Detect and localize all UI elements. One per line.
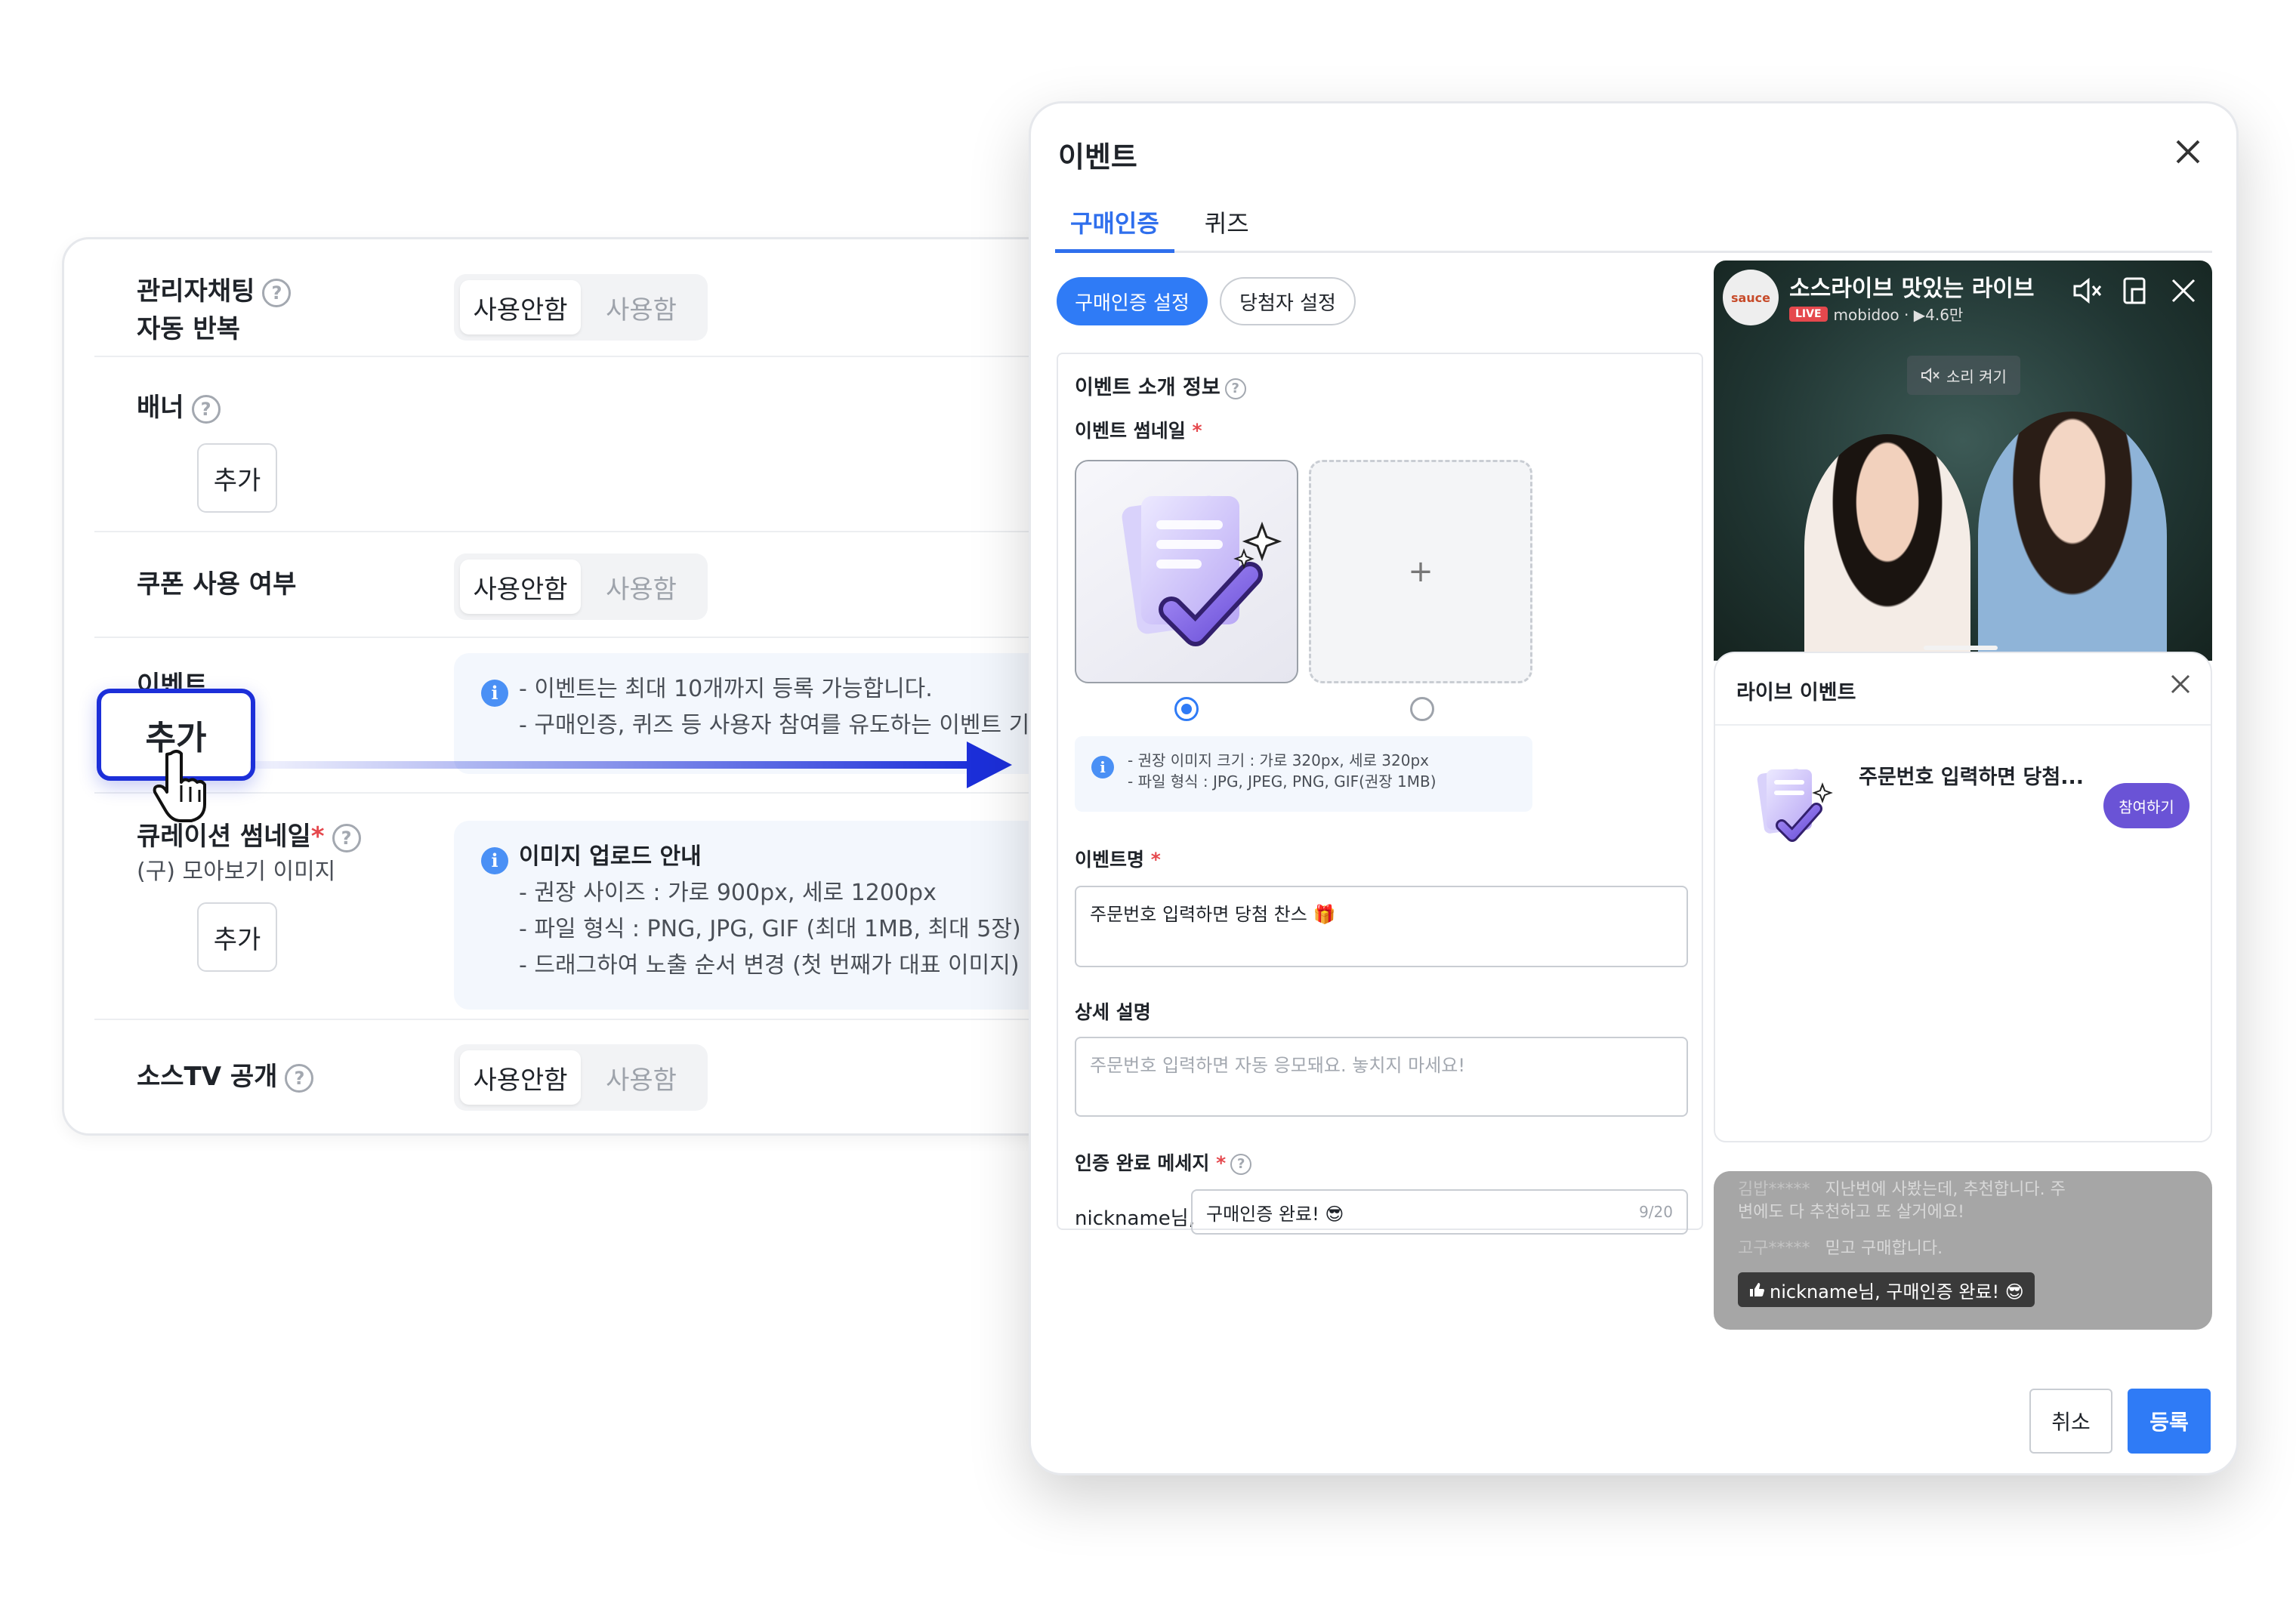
nickname-prefix: nickname님,: [1075, 1207, 1195, 1230]
message-label: 인증 완료 메세지 *?: [1075, 1148, 1252, 1176]
help-icon[interactable]: ?: [1230, 1154, 1252, 1175]
chat-user: 고구*****: [1738, 1239, 1810, 1258]
option-on[interactable]: 사용함: [581, 1050, 702, 1105]
admin-chat-label: 관리자채팅? 자동 반복: [137, 273, 292, 348]
option-off[interactable]: 사용안함: [460, 1050, 581, 1105]
banner-add-button[interactable]: 추가: [197, 443, 277, 513]
chat-overlay: 김밥***** 지난번에 사봤는데, 추천합니다. 주 변에도 다 추천하고 또 …: [1714, 1171, 2212, 1330]
description-input[interactable]: 주문번호 입력하면 자동 응모돼요. 놓치지 마세요!: [1075, 1037, 1688, 1117]
arrow-right-icon: [249, 741, 1012, 788]
video-subtitle: LIVE mobidoo · ▶4.6만: [1789, 303, 1963, 325]
cancel-button[interactable]: 취소: [2029, 1389, 2112, 1454]
divider: [1715, 724, 2211, 726]
admin-chat-toggle[interactable]: 사용안함 사용함: [454, 274, 708, 341]
curation-label: 큐레이션 썸네일*? (구) 모아보기 이미지: [137, 818, 361, 889]
checklist-icon: [1122, 495, 1282, 646]
live-event-title: 주문번호 입력하면 당첨...: [1859, 766, 2084, 789]
live-video-preview: sauce 소스라이브 맛있는 라이브 LIVE mobidoo · ▶4.6만…: [1714, 261, 2212, 661]
close-icon[interactable]: [2168, 670, 2193, 703]
saucetv-label: 소스TV 공개?: [137, 1058, 314, 1096]
message-input[interactable]: 구매인증 완료! 😎 9/20: [1191, 1189, 1688, 1235]
char-counter: 9/20: [1639, 1203, 1673, 1221]
option-on[interactable]: 사용함: [581, 560, 702, 614]
channel-logo: sauce: [1723, 270, 1779, 325]
video-title: 소스라이브 맛있는 라이브: [1789, 276, 2035, 302]
description-label: 상세 설명: [1075, 1001, 1151, 1023]
chat-message: 고구***** 믿고 구매합니다.: [1738, 1239, 1943, 1258]
saucetv-toggle[interactable]: 사용안함 사용함: [454, 1044, 708, 1111]
submit-button[interactable]: 등록: [2128, 1389, 2211, 1454]
option-off[interactable]: 사용안함: [460, 280, 581, 335]
video-progress-bar: [1924, 646, 1998, 650]
section-title: 이벤트 소개 정보?: [1075, 371, 1246, 400]
coupon-toggle[interactable]: 사용안함 사용함: [454, 553, 708, 620]
help-icon[interactable]: ?: [191, 394, 221, 424]
winner-settings-pill[interactable]: 당첨자 설정: [1220, 277, 1356, 325]
curation-add-button[interactable]: 추가: [197, 902, 277, 972]
event-tabs: 구매인증 퀴즈: [1055, 199, 2212, 253]
unmute-pill[interactable]: 소리 켜기: [1907, 356, 2020, 395]
thumbs-up-icon: [1750, 1283, 1764, 1296]
live-event-heading: 라이브 이벤트: [1736, 681, 1856, 704]
modal-title: 이벤트: [1058, 140, 1137, 174]
option-off[interactable]: 사용안함: [460, 560, 581, 614]
event-form: 이벤트 소개 정보? 이벤트 썸네일 * + i - 권장 이미지 크기: 가…: [1057, 353, 1703, 1235]
mute-icon: [1921, 367, 1940, 384]
info-icon: i: [481, 680, 508, 707]
purchase-settings-pill[interactable]: 구매인증 설정: [1057, 277, 1208, 325]
event-modal: 이벤트 구매인증 퀴즈 구매인증 설정 당첨자 설정 이벤트 소개 정보? 이벤…: [1029, 101, 2239, 1475]
thumbnail-radio[interactable]: [1410, 697, 1434, 721]
mute-icon[interactable]: [2072, 276, 2102, 306]
chat-message: 김밥***** 지난번에 사봤는데, 추천합니다. 주 변에도 다 추천하고 또 …: [1738, 1180, 2066, 1222]
event-name-input[interactable]: 주문번호 입력하면 당첨 찬스 🎁: [1075, 886, 1688, 967]
verification-badge: nickname님, 구매인증 완료! 😎: [1738, 1272, 2035, 1307]
thumbnail-label: 이벤트 썸네일 *: [1075, 420, 1202, 442]
event-thumbnail[interactable]: [1075, 460, 1298, 683]
help-icon[interactable]: ?: [332, 823, 361, 852]
thumbnail-radio-selected[interactable]: [1174, 697, 1199, 721]
help-icon[interactable]: ?: [285, 1063, 314, 1093]
coupon-label: 쿠폰 사용 여부: [137, 569, 297, 600]
chat-user: 김밥*****: [1738, 1180, 1810, 1199]
banner-label: 배너?: [137, 389, 221, 427]
person-right: [1978, 412, 2167, 661]
event-name-label: 이벤트명 *: [1075, 849, 1161, 871]
close-icon[interactable]: [2168, 276, 2199, 306]
hand-cursor-icon: [153, 750, 206, 822]
checklist-icon: [1757, 769, 1833, 842]
pip-icon[interactable]: [2122, 276, 2149, 306]
join-button[interactable]: 참여하기: [2103, 783, 2190, 828]
tab-purchase-verification[interactable]: 구매인증: [1055, 199, 1174, 253]
live-badge: LIVE: [1789, 306, 1828, 322]
live-event-panel: 라이브 이벤트 주문번호 입력하면 당첨... 참여하기: [1714, 652, 2212, 1142]
person-left: [1804, 434, 1970, 661]
info-icon: i: [481, 847, 508, 874]
curation-sublabel: (구) 모아보기 이미지: [137, 859, 336, 885]
tab-quiz[interactable]: 퀴즈: [1190, 199, 1264, 253]
close-icon[interactable]: [2167, 131, 2209, 173]
option-on[interactable]: 사용함: [581, 280, 702, 335]
help-icon[interactable]: ?: [1224, 378, 1246, 399]
info-icon: i: [1091, 756, 1114, 778]
thumbnail-tip-box: i - 권장 이미지 크기 : 가로 320px, 세로 320px - 파일 …: [1075, 736, 1532, 812]
help-icon[interactable]: ?: [262, 278, 292, 307]
video-controls: [2072, 276, 2199, 306]
add-thumbnail-slot[interactable]: +: [1309, 460, 1532, 683]
